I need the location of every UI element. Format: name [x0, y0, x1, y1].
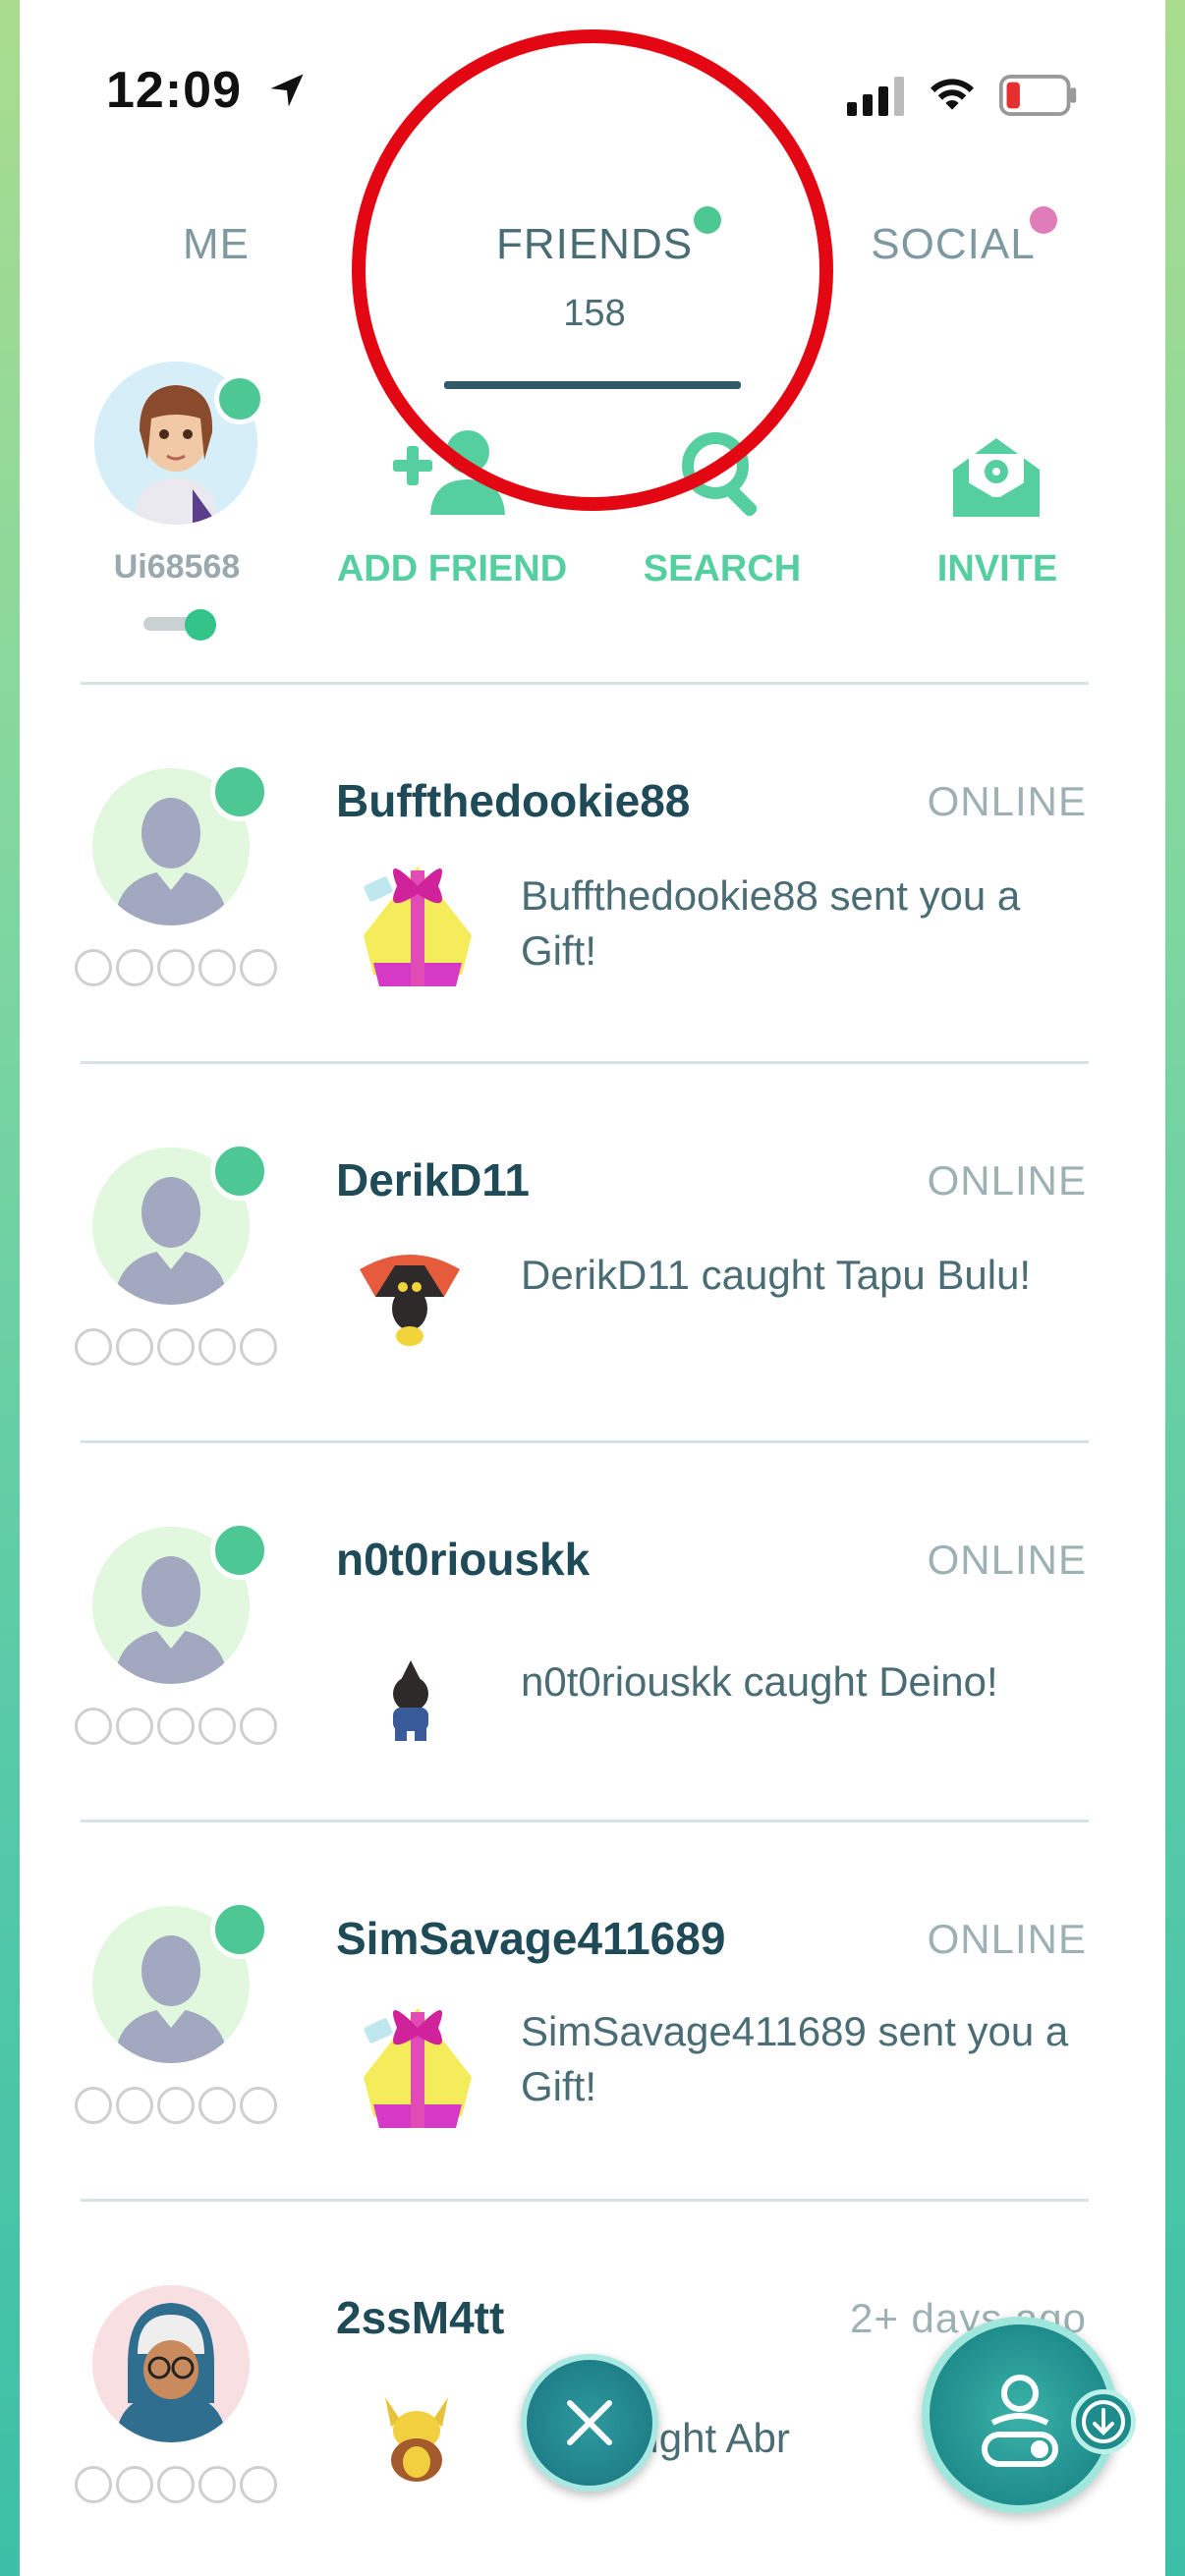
my-online-status-dot [214, 373, 265, 424]
arrow-down-icon [1082, 2400, 1125, 2443]
heart-icon [157, 2087, 195, 2124]
heart-icon [157, 1708, 195, 1745]
location-arrow-icon [270, 74, 304, 107]
heart-icon [116, 949, 153, 986]
friend-name[interactable]: SimSavage411689 [336, 1912, 725, 1965]
heart-icon [116, 2466, 153, 2503]
friend-status: ONLINE [927, 1157, 1087, 1204]
heart-icon [198, 1328, 236, 1366]
heart-icon [198, 1708, 236, 1745]
invite-envelope-icon[interactable] [949, 434, 1044, 519]
friend-name[interactable]: n0t0riouskk [336, 1533, 590, 1586]
heart-icon [157, 1328, 195, 1366]
battery-low-icon [998, 75, 1077, 116]
heart-icon [75, 1328, 112, 1366]
online-status-dot [210, 762, 269, 821]
tab-me[interactable]: ME [138, 220, 295, 269]
heart-icon [240, 2087, 277, 2124]
heart-icon [240, 1328, 277, 1366]
social-notification-dot [1030, 206, 1057, 234]
online-status-dot [210, 1900, 269, 1959]
pokemon-icon [360, 1255, 460, 1346]
friend-name[interactable]: DerikD11 [336, 1153, 530, 1206]
online-status-toggle[interactable] [185, 609, 216, 641]
heart-icon [116, 2087, 153, 2124]
friend-status: ONLINE [927, 1916, 1087, 1962]
friend-activity-message: n0t0riouskk caught Deino! [521, 1658, 998, 1705]
divider [81, 682, 1089, 685]
gift-icon [364, 867, 472, 986]
heart-icon [240, 2466, 277, 2503]
friendship-level-hearts [75, 949, 277, 986]
status-time: 12:09 [106, 62, 242, 119]
heart-icon [198, 2087, 236, 2124]
close-icon [567, 2400, 612, 2445]
expand-down-button[interactable] [1071, 2389, 1136, 2454]
gift-icon [364, 2008, 472, 2128]
divider [81, 2199, 1089, 2202]
add-friend-button[interactable]: ADD FRIEND [324, 548, 580, 590]
invite-button[interactable]: INVITE [904, 548, 1091, 590]
heart-icon [116, 1708, 153, 1745]
pokemon-icon [385, 2397, 448, 2482]
friend-activity-message: SimSavage411689 sent you a Gift! [521, 2008, 1069, 2109]
pokemon-icon [393, 1660, 428, 1741]
friend-activity-message: DerikD11 caught Tapu Bulu! [521, 1252, 1032, 1298]
friend-avatar [92, 2285, 250, 2442]
heart-icon [157, 949, 195, 986]
highlight-circle-annotation [352, 29, 833, 511]
friend-status: ONLINE [927, 1537, 1087, 1583]
my-username: Ui68568 [113, 548, 241, 586]
friend-status: ONLINE [927, 778, 1087, 824]
heart-icon [75, 949, 112, 986]
heart-icon [75, 1708, 112, 1745]
trainer-avatar-icon [92, 2285, 250, 2442]
heart-icon [198, 949, 236, 986]
heart-icon [157, 2466, 195, 2503]
divider [81, 1440, 1089, 1443]
friendship-level-hearts [75, 1708, 277, 1745]
heart-icon [75, 2466, 112, 2503]
online-status-dot [210, 1142, 269, 1201]
wifi-icon [931, 79, 974, 110]
heart-icon [75, 2087, 112, 2124]
tab-social[interactable]: SOCIAL [855, 220, 1051, 269]
search-button[interactable]: SEARCH [629, 548, 816, 590]
heart-icon [198, 2466, 236, 2503]
cellular-signal-icon [847, 77, 904, 116]
heart-icon [240, 949, 277, 986]
online-status-dot [210, 1521, 269, 1580]
friend-name[interactable]: Buffthedookie88 [336, 774, 690, 827]
close-button[interactable] [521, 2354, 658, 2492]
friend-activity-message: Buffthedookie88 sent you a Gift! [521, 872, 1021, 974]
heart-icon [240, 1708, 277, 1745]
divider [81, 1820, 1089, 1822]
friendship-level-hearts [75, 1328, 277, 1366]
friendship-level-hearts [75, 2466, 277, 2503]
friend-name[interactable]: 2ssM4tt [336, 2291, 504, 2344]
friendship-level-hearts [75, 2087, 277, 2124]
heart-icon [116, 1328, 153, 1366]
divider [81, 1061, 1089, 1064]
